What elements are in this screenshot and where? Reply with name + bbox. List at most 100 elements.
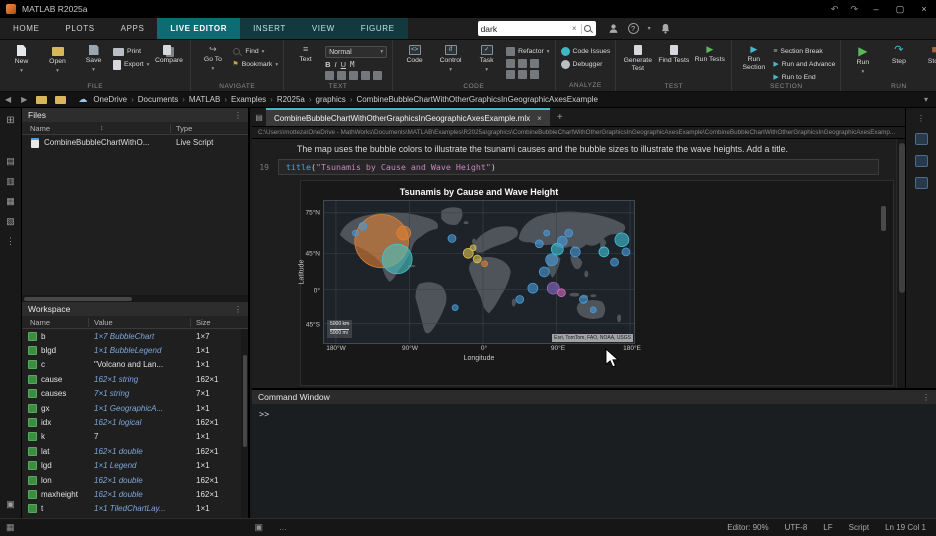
indent-right-icon[interactable] — [530, 70, 539, 79]
go-to-button[interactable]: ↪Go To▾ — [196, 43, 229, 83]
run-and-advance-button[interactable]: ▶Run and Advance — [773, 59, 835, 70]
save-button[interactable]: Save▾ — [77, 43, 110, 83]
smart-indent-icon[interactable] — [506, 70, 515, 79]
close-tab-icon[interactable]: × — [537, 114, 542, 123]
collapse-strip-icon[interactable]: ▣ — [6, 499, 15, 510]
breadcrumb-item[interactable]: graphics — [314, 95, 348, 104]
workspace-row[interactable]: lat162×1 double162×1 — [22, 444, 248, 458]
files-column-type[interactable]: Type — [170, 124, 248, 133]
scrollbar-thumb[interactable] — [899, 143, 905, 293]
comments-panel-icon[interactable] — [915, 177, 928, 189]
forward-icon[interactable]: ▶ — [16, 95, 32, 104]
layout-icon[interactable]: ▦ — [6, 522, 15, 533]
workspace-row[interactable]: maxheight162×1 double162×1 — [22, 487, 248, 501]
search-box[interactable]: × — [478, 21, 596, 36]
right-strip-menu-icon[interactable]: ⋮ — [917, 114, 925, 123]
monospace-button[interactable]: M — [350, 60, 355, 69]
scrollbar-thumb[interactable] — [24, 297, 132, 301]
status-more-icon[interactable]: … — [279, 523, 287, 532]
more-panels-icon[interactable]: ⋮ — [6, 236, 15, 247]
italic-button[interactable]: I — [335, 60, 337, 69]
workspace-row[interactable]: lgd1×1 Legend1×1 — [22, 459, 248, 473]
align-center-icon[interactable] — [361, 71, 370, 80]
text-style-select[interactable]: Normal▾ — [325, 46, 387, 58]
breadcrumb-item[interactable]: CombineBubbleChartWithOtherGraphicsInGeo… — [354, 95, 599, 104]
workspace-row[interactable]: idx162×1 logical162×1 — [22, 415, 248, 429]
refactor-button[interactable]: Refactor▾ — [506, 46, 549, 57]
tab-apps[interactable]: APPS — [108, 18, 158, 39]
workspace-row[interactable]: t1×1 TiledChartLay...1×1 — [22, 502, 248, 516]
scrollbar-thumb[interactable] — [243, 355, 247, 447]
editor-zoom-level[interactable]: Editor: 90% — [727, 523, 768, 532]
outline-panel-icon[interactable] — [915, 133, 928, 145]
underline-button[interactable]: U — [341, 60, 346, 69]
workspace-panel-icon[interactable]: ▥ — [6, 176, 15, 187]
tab-live-editor[interactable]: LIVE EDITOR — [157, 18, 240, 39]
new-button[interactable]: New▾ — [5, 43, 38, 83]
breadcrumb-item[interactable]: OneDrive — [91, 95, 129, 104]
workspace-row[interactable]: c"Volcano and Lan...1×1 — [22, 358, 248, 372]
uncomment-icon[interactable] — [518, 59, 527, 68]
geographic-map[interactable] — [324, 201, 634, 343]
print-button[interactable]: Print — [113, 46, 149, 57]
help-icon[interactable]: ? — [628, 23, 639, 34]
breadcrumb-item[interactable]: Examples — [229, 95, 268, 104]
bulleted-list-icon[interactable] — [325, 71, 334, 80]
back-icon[interactable]: ◀ — [0, 95, 16, 104]
workspace-column-name[interactable]: Name — [22, 318, 88, 327]
files-panel-icon[interactable]: ▤ — [6, 156, 15, 167]
run-tests-button[interactable]: ▶Run Tests — [693, 43, 726, 83]
workspace-panel-menu-icon[interactable]: ⋮ — [234, 305, 242, 314]
profile-icon[interactable] — [608, 23, 619, 34]
tab-home[interactable]: HOME — [0, 18, 52, 39]
tab-plots[interactable]: PLOTS — [52, 18, 107, 39]
search-input[interactable] — [481, 24, 569, 34]
search-icon[interactable] — [583, 24, 593, 34]
tab-figure[interactable]: FIGURE — [348, 18, 408, 39]
step-button[interactable]: ↷Step — [882, 43, 915, 83]
workspace-row[interactable]: blgd1×1 BubbleLegend1×1 — [22, 343, 248, 357]
command-window-menu-icon[interactable]: ⋮ — [922, 393, 930, 402]
panels-menu-icon[interactable]: ⊞ — [6, 115, 14, 126]
figure-scrollbar-thumb[interactable] — [881, 206, 886, 231]
wrap-comments-icon[interactable] — [530, 59, 539, 68]
breadcrumb-item[interactable]: Documents — [136, 95, 180, 104]
map-area[interactable]: Latitude Longitude 5000 km 5000 mi Esri,… — [323, 200, 635, 344]
file-row[interactable]: CombineBubbleChartWithO...Live Script — [22, 135, 248, 150]
align-right-icon[interactable] — [373, 71, 382, 80]
code-issues-button[interactable]: Code Issues — [561, 46, 611, 57]
compare-button[interactable]: Compare — [152, 43, 185, 83]
code-line[interactable]: title("Tsunamis by Cause and Wave Height… — [278, 159, 879, 175]
notifications-bell-icon[interactable] — [660, 23, 671, 34]
redo-icon[interactable]: ↷ — [844, 4, 864, 15]
control-button[interactable]: ifControl▾ — [434, 43, 467, 83]
clear-search-icon[interactable]: × — [569, 24, 580, 33]
maximize-button[interactable]: ▢ — [888, 0, 912, 18]
details-panel-icon[interactable] — [915, 155, 928, 167]
workspace-row[interactable]: cause162×1 string162×1 — [22, 372, 248, 386]
task-button[interactable]: ✓Task▾ — [470, 43, 503, 83]
comment-icon[interactable] — [506, 59, 515, 68]
minimize-button[interactable]: – — [864, 0, 888, 18]
editor-vertical-scrollbar[interactable] — [896, 139, 905, 388]
new-tab-icon[interactable]: + — [550, 108, 570, 126]
run-section-button[interactable]: ▶Run Section — [737, 43, 770, 83]
open-button[interactable]: Open▾ — [41, 43, 74, 83]
files-horizontal-scrollbar[interactable] — [22, 295, 248, 302]
indent-left-icon[interactable] — [518, 70, 527, 79]
workspace-column-value[interactable]: Value — [88, 318, 190, 327]
numbered-list-icon[interactable] — [337, 71, 346, 80]
export-button[interactable]: Export▾ — [113, 59, 149, 70]
files-panel-menu-icon[interactable]: ⋮ — [234, 111, 242, 120]
section-break-button[interactable]: ≡Section Break — [773, 46, 835, 57]
new-folder-icon[interactable] — [55, 96, 66, 104]
workspace-row[interactable]: lon162×1 double162×1 — [22, 473, 248, 487]
address-dropdown-icon[interactable]: ▾ — [924, 95, 928, 104]
workspace-row[interactable]: gx1×1 GeographicA...1×1 — [22, 401, 248, 415]
find-button[interactable]: Find▾ — [232, 46, 278, 57]
properties-panel-icon[interactable]: ▦ — [6, 196, 15, 207]
debugger-button[interactable]: Debugger — [561, 59, 611, 70]
workspace-column-size[interactable]: Size — [190, 318, 248, 327]
variables-panel-icon[interactable]: ▧ — [6, 216, 15, 227]
workspace-row[interactable]: b1×7 BubbleChart1×7 — [22, 329, 248, 343]
